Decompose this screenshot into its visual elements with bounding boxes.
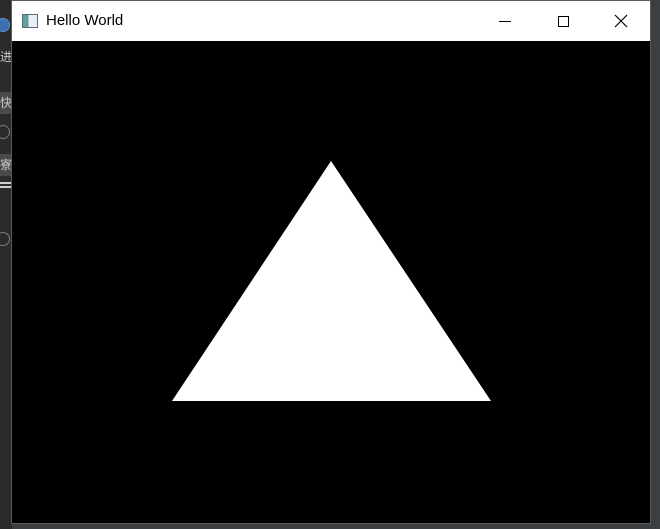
background-radio-icon <box>0 232 10 246</box>
background-radio-icon <box>0 125 10 139</box>
minimize-icon <box>499 20 511 22</box>
hello-world-window[interactable]: Hello World <box>11 0 651 524</box>
app-window-icon <box>22 14 38 28</box>
render-canvas-area[interactable] <box>12 41 650 523</box>
maximize-button[interactable] <box>534 1 592 41</box>
maximize-icon <box>557 15 569 27</box>
window-title: Hello World <box>46 12 124 29</box>
minimize-button[interactable] <box>476 1 534 41</box>
close-button[interactable] <box>592 1 650 41</box>
title-bar[interactable]: Hello World <box>12 1 650 41</box>
close-icon <box>614 14 628 28</box>
render-canvas[interactable] <box>12 41 650 523</box>
background-nav-icon <box>0 18 10 32</box>
